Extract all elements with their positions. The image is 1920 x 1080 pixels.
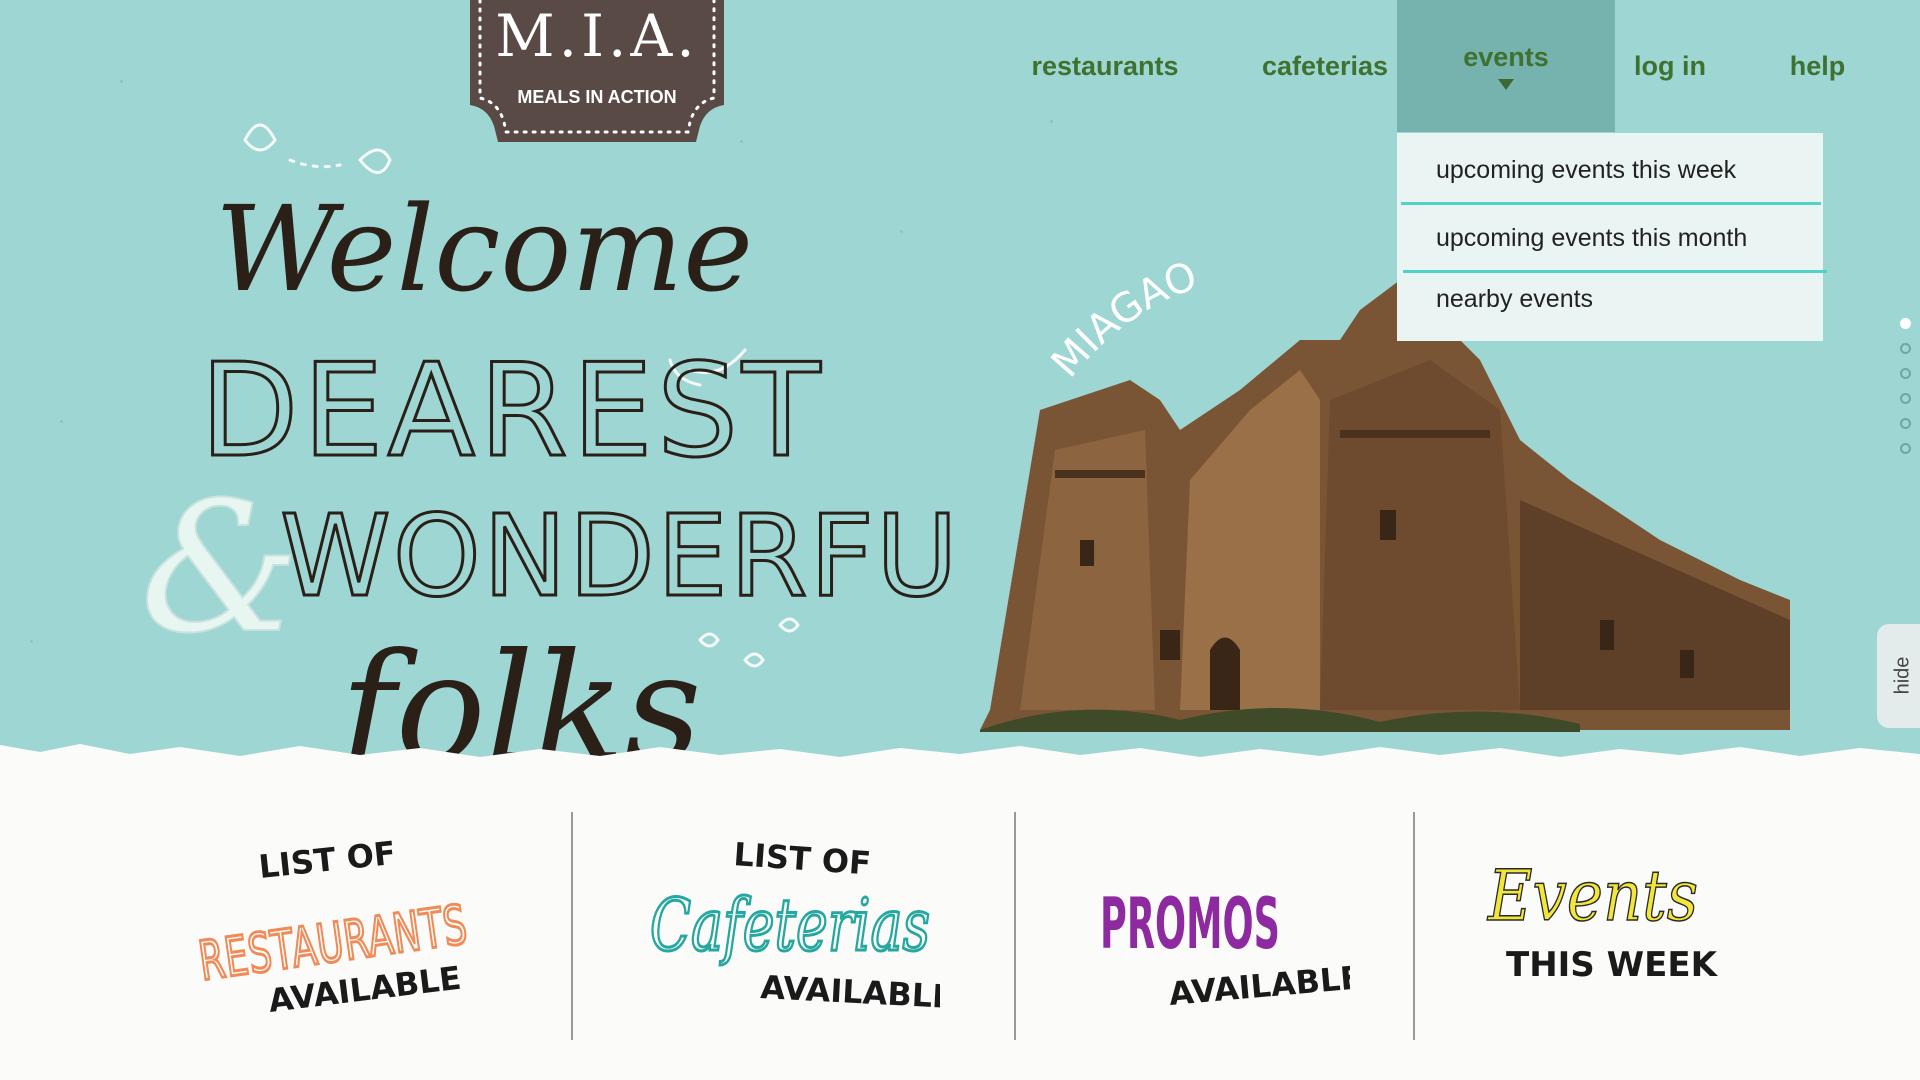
promo-promos[interactable]: PROMOS AVAILABLE xyxy=(1090,800,1364,1030)
svg-text:LIST OF: LIST OF xyxy=(732,835,872,882)
caret-down-icon xyxy=(1498,79,1514,90)
promo-events[interactable]: Events THIS WEEK xyxy=(1480,800,1720,1030)
promo-cafeterias[interactable]: LIST OF Cafeterias AVAILABLE xyxy=(640,800,955,1030)
nav-help[interactable]: help xyxy=(1770,0,1865,132)
slide-dot[interactable] xyxy=(1900,418,1911,429)
slide-indicator xyxy=(1900,318,1914,468)
dropdown-item-label: nearby events xyxy=(1436,284,1594,313)
nav-help-label: help xyxy=(1789,50,1846,81)
slide-dot[interactable] xyxy=(1900,443,1911,454)
slide-dot[interactable] xyxy=(1900,393,1911,404)
logo-title: M.I.A. xyxy=(495,2,699,70)
svg-text:Events: Events xyxy=(1486,855,1698,937)
landmark-label: MIAGAO xyxy=(1043,253,1203,386)
slide-dot[interactable] xyxy=(1900,343,1911,354)
dropdown-item-label: upcoming events this month xyxy=(1436,223,1748,252)
nav-login-label: log in xyxy=(1634,50,1706,81)
nav-login[interactable]: log in xyxy=(1620,0,1720,132)
nav-events[interactable]: events xyxy=(1397,0,1615,132)
nav-cafeterias-label: cafeterias xyxy=(1261,50,1389,81)
hide-tab-label: hide xyxy=(1891,656,1914,695)
site-logo[interactable]: M.I.A. MEALS IN ACTION xyxy=(470,0,724,145)
promo-divider xyxy=(1014,812,1016,1040)
promo-promos-art: PROMOS AVAILABLE xyxy=(1100,883,1364,1013)
svg-text:THIS WEEK: THIS WEEK xyxy=(1506,945,1719,985)
svg-text:AVAILABLE: AVAILABLE xyxy=(760,968,940,1016)
nav-restaurants-label: restaurants xyxy=(1031,50,1179,81)
promo-divider xyxy=(1413,812,1415,1040)
svg-text:Cafeterias: Cafeterias xyxy=(650,883,930,967)
nav-events-label: events xyxy=(1463,42,1549,72)
welcome-text: Welcome xyxy=(215,180,753,318)
dropdown-item-label: upcoming events this week xyxy=(1436,155,1737,184)
torn-paper-edge xyxy=(0,744,1920,790)
svg-text:LIST OF: LIST OF xyxy=(257,834,398,886)
dropdown-item-this-week[interactable]: upcoming events this week xyxy=(1397,137,1823,203)
wonderful-text: WONDERFUL xyxy=(280,492,960,622)
slide-dot[interactable] xyxy=(1900,318,1911,329)
promo-restaurants-art: LIST OF RESTAURANTS AVAILABLE xyxy=(194,834,473,1020)
promo-divider xyxy=(571,812,573,1040)
promo-cafeterias-art: LIST OF Cafeterias AVAILABLE xyxy=(649,835,955,1016)
dropdown-item-this-month[interactable]: upcoming events this month xyxy=(1397,205,1823,271)
hide-tab[interactable]: hide xyxy=(1877,624,1920,728)
dropdown-item-nearby[interactable]: nearby events xyxy=(1397,266,1823,332)
promo-events-art: Events THIS WEEK xyxy=(1486,854,1719,985)
events-dropdown-menu: upcoming events this week upcoming event… xyxy=(1397,133,1827,341)
svg-text:PROMOS: PROMOS xyxy=(1100,883,1280,965)
svg-text:AVAILABLE: AVAILABLE xyxy=(1167,958,1350,1013)
nav-cafeterias[interactable]: cafeterias xyxy=(1240,0,1410,132)
logo-subtitle: MEALS IN ACTION xyxy=(517,87,677,107)
ampersand-text: & xyxy=(140,464,300,673)
nav-restaurants[interactable]: restaurants xyxy=(1020,0,1190,132)
slide-dot[interactable] xyxy=(1900,368,1911,379)
promo-restaurants[interactable]: LIST OF RESTAURANTS AVAILABLE xyxy=(190,800,490,1030)
